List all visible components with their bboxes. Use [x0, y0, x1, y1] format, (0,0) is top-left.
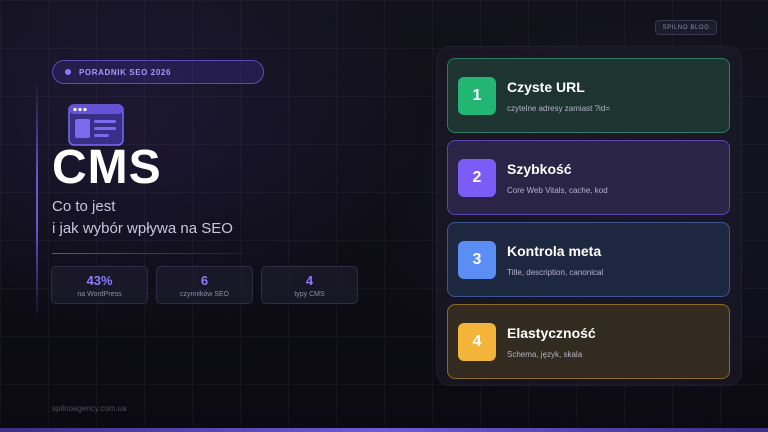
- factor-card-flexibility: 4 Elastyczność Schema, język, skala: [447, 304, 730, 379]
- divider: [52, 253, 244, 254]
- factor-description: Title, description, canonical: [507, 267, 604, 277]
- subtitle-line-2: i jak wybór wpływa na SEO: [52, 220, 233, 237]
- stat-wordpress-share: 43% na WordPress: [51, 266, 148, 304]
- stat-cms-types: 4 typy CMS: [261, 266, 358, 304]
- factor-card-speed: 2 Szybkość Core Web Vitals, cache, kod: [447, 140, 730, 215]
- accent-line: [36, 80, 38, 320]
- stat-label: typy CMS: [294, 291, 325, 298]
- page-title: CMS: [52, 141, 162, 194]
- stat-value: 4: [305, 273, 314, 288]
- category-badge-label: PORADNIK SEO 2026: [79, 67, 172, 77]
- stat-value: 43%: [86, 273, 113, 288]
- factor-description: Core Web Vitals, cache, kod: [507, 185, 608, 195]
- factor-title: Szybkość: [507, 160, 572, 177]
- factor-card-meta-control: 3 Kontrola meta Title, description, cano…: [447, 222, 730, 297]
- factor-number: 4: [458, 322, 496, 361]
- factor-title: Elastyczność: [507, 324, 596, 341]
- factor-title: Czyste URL: [507, 78, 585, 95]
- factor-title: Kontrola meta: [507, 242, 602, 259]
- brand-badge: SPILNO BLOG: [655, 20, 717, 35]
- factor-number: 3: [458, 240, 496, 279]
- footer-url: spilnoagency.com.ua: [52, 404, 127, 413]
- stat-value: 6: [200, 273, 209, 288]
- badge-dot-icon: [65, 69, 71, 75]
- stat-label: czynników SEO: [179, 291, 230, 298]
- bottom-accent-bar: [0, 428, 768, 432]
- stat-label: na WordPress: [77, 291, 122, 298]
- subtitle-line-1: Co to jest: [52, 198, 116, 215]
- page-subtitle: Co to jest i jak wybór wpływa na SEO: [52, 196, 233, 240]
- category-badge: PORADNIK SEO 2026: [52, 60, 264, 84]
- stat-seo-factors: 6 czynników SEO: [156, 266, 253, 304]
- factor-number: 1: [458, 76, 496, 115]
- factor-description: czytelne adresy zamiast ?id=: [507, 103, 610, 113]
- factor-card-clean-url: 1 Czyste URL czytelne adresy zamiast ?id…: [447, 58, 730, 133]
- factor-number: 2: [458, 158, 496, 197]
- factor-description: Schema, język, skala: [507, 349, 583, 359]
